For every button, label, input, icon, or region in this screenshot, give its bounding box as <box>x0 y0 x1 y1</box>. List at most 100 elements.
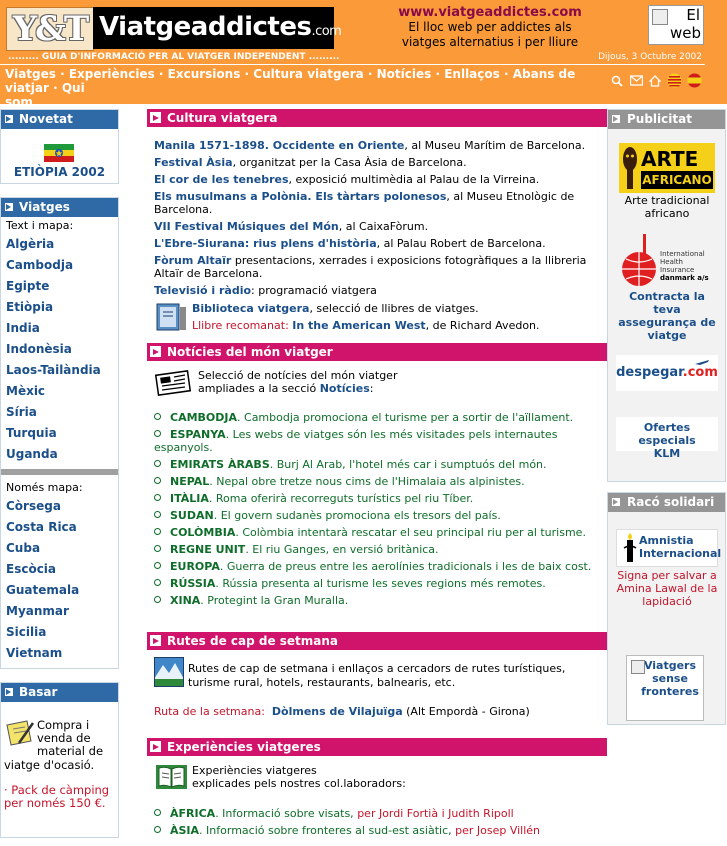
sidebar-item-myanmar[interactable]: Myanmar <box>1 601 118 622</box>
amnistia-text-1: Amnistia <box>639 534 694 547</box>
cultura-desc: , organitzat per la Casa Àsia de Barcelo… <box>232 156 467 169</box>
catalan-flag-icon[interactable] <box>667 73 682 88</box>
amnistia-banner: Amnistia Internacional <box>616 529 721 567</box>
noticies-intro-link[interactable]: Notícies <box>320 382 370 395</box>
news-country-link[interactable]: ESPANYA <box>170 428 226 441</box>
basar-offer[interactable]: · Pack de càmping per només 150 €. <box>4 784 116 810</box>
sidebar-item-laos-tailandia[interactable]: Laos-Tailàndia <box>1 360 118 381</box>
basar-text[interactable]: Compra i venda de material de <box>37 719 117 758</box>
sidebar-item-siria[interactable]: Síria <box>1 402 118 423</box>
cultura-link[interactable]: L'Ebre-Siurana: rius plens d'història <box>154 237 377 250</box>
news-text[interactable]: . El govern sudanès promociona els treso… <box>214 509 501 522</box>
sidebar-item-india[interactable]: India <box>1 318 118 339</box>
nav-experiencies[interactable]: Experiències <box>69 67 155 81</box>
bullet-icon <box>154 413 161 420</box>
biblioteca-link[interactable]: Biblioteca viatgera <box>192 302 309 315</box>
sidebar-item-escocia[interactable]: Escòcia <box>1 559 118 580</box>
nav-noticies[interactable]: Notícies <box>377 67 432 81</box>
ihi-ad[interactable]: International Health Insurance danmark a… <box>616 234 718 342</box>
nav-enllacos[interactable]: Enllaços <box>444 67 500 81</box>
sidebar-item-vietnam[interactable]: Vietnam <box>1 643 118 664</box>
sidebar-item-algeria[interactable]: Algèria <box>1 234 118 255</box>
sidebar-item-sicilia[interactable]: Sicilia <box>1 622 118 643</box>
news-text[interactable]: . Roma oferirà recorreguts turístics pel… <box>209 492 473 505</box>
news-text[interactable]: . Protegint la Gran Muralla. <box>200 594 348 607</box>
cultura-link[interactable]: Manila 1571-1898. Occidente en Oriente <box>154 139 404 152</box>
cultura-link[interactable]: Fòrum Altaïr <box>154 254 231 267</box>
experiencia-author[interactable]: per Josep Villén <box>455 824 540 837</box>
site-url[interactable]: www.viatgeaddictes.com <box>345 5 635 20</box>
sidebar-item-indonesia[interactable]: Indonèsia <box>1 339 118 360</box>
broken-image-el-web[interactable]: El web <box>648 5 704 45</box>
globe-icon <box>622 252 656 286</box>
sidebar-item-cambodja[interactable]: Cambodja <box>1 255 118 276</box>
sidebar-item-uganda[interactable]: Uganda <box>1 444 118 465</box>
spanish-flag-icon[interactable] <box>687 73 702 88</box>
news-text[interactable]: . Guerra de preus entre les aerolínies t… <box>220 560 592 573</box>
news-country-link[interactable]: EMIRATS ÀRABS <box>170 458 270 471</box>
cultura-link[interactable]: Festival Àsia <box>154 156 233 169</box>
nav-excursions[interactable]: Excursions <box>168 67 241 81</box>
sidebar-item-etiopia[interactable]: Etiòpia <box>1 297 118 318</box>
cultura-link[interactable]: VII Festival Músiques del Món <box>154 220 339 233</box>
news-country-link[interactable]: REGNE UNIT <box>170 543 245 556</box>
experiencia-link[interactable]: ÀFRICA <box>170 807 215 820</box>
news-country-link[interactable]: COLÒMBIA <box>170 526 235 539</box>
news-text[interactable]: . Cambodja promociona el turisme per a s… <box>237 411 573 424</box>
cultura-item: Fòrum Altaïr presentacions, xerrades i e… <box>154 254 604 280</box>
news-item: SUDAN. El govern sudanès promociona els … <box>154 509 604 522</box>
news-country-link[interactable]: XINA <box>170 594 200 607</box>
sidebar-item-egipte[interactable]: Egipte <box>1 276 118 297</box>
experiencies-title: Experiències viatgeres <box>167 740 321 754</box>
home-icon[interactable] <box>649 75 661 87</box>
nav-cultura-viatgera[interactable]: Cultura viatgera <box>253 67 363 81</box>
news-country-link[interactable]: NEPAL <box>170 475 209 488</box>
cultura-desc: , exposició multimèdia al Palau de la Vi… <box>288 173 540 186</box>
news-text[interactable]: . Colòmbia intentarà rescatar el seu pri… <box>235 526 586 539</box>
news-text[interactable]: . Rússia presenta al turisme les seves r… <box>215 577 545 590</box>
arte-text: ARTE <box>641 147 699 171</box>
search-icon[interactable] <box>611 75 623 87</box>
cultura-link[interactable]: El cor de les tenebres <box>154 173 289 186</box>
news-country-link[interactable]: RÚSSIA <box>170 577 215 590</box>
news-country-link[interactable]: CAMBODJA <box>170 411 237 424</box>
ruta-link[interactable]: Dòlmens de Vilajuïga <box>272 705 403 718</box>
novetat-link[interactable]: ETIÒPIA 2002 <box>1 165 118 179</box>
news-country-link[interactable]: ITÀLIA <box>170 492 209 505</box>
sidebar-item-guatemala[interactable]: Guatemala <box>1 580 118 601</box>
text-map-label: Text i mapa: <box>6 219 74 232</box>
nav-viatges[interactable]: Viatges <box>5 67 56 81</box>
klm-ad[interactable]: Ofertes especials KLM <box>616 417 718 460</box>
news-country-link[interactable]: SUDAN <box>170 509 214 522</box>
experiencia-link[interactable]: ÀSIA <box>170 824 199 837</box>
ihi-text-2: Health <box>660 258 683 266</box>
llibre-link[interactable]: In the American West <box>292 319 425 332</box>
cultura-link[interactable]: Televisió i ràdio <box>154 284 251 297</box>
arte-africano-ad[interactable]: ARTE AFRICANO Arte tradicional africano <box>616 143 718 220</box>
sidebar-item-costa-rica[interactable]: Costa Rica <box>1 517 118 538</box>
experiencia-author[interactable]: per Jordi Fortià i Judith Ripoll <box>357 807 514 820</box>
news-text[interactable]: . Burj Al Arab, l'hotel més car i sumptu… <box>270 458 547 471</box>
nav-qui-word: Qui <box>61 81 85 95</box>
sidebar-item-turquia[interactable]: Turquia <box>1 423 118 444</box>
logo-yt[interactable]: Y&T <box>6 7 94 51</box>
sidebar-item-mexic[interactable]: Mèxic <box>1 381 118 402</box>
cultura-link[interactable]: Els musulmans a Polònia. Els tàrtars pol… <box>154 190 446 203</box>
logo-viatgeaddictes[interactable]: Viatgeaddictes.com <box>93 7 342 49</box>
news-text[interactable]: . Nepal obre tretze nous cims de l'Himal… <box>209 475 524 488</box>
news-country-link[interactable]: EUROPA <box>170 560 220 573</box>
bullet-icon <box>154 511 161 518</box>
cultura-desc: , al Museu Marítim de Barcelona. <box>404 139 586 152</box>
sidebar-item-corsega[interactable]: Còrsega <box>1 496 118 517</box>
despegar-text: despegar <box>616 365 683 380</box>
amnistia-ad[interactable]: Amnistia Internacional Signa per salvar … <box>616 529 721 608</box>
mail-icon[interactable] <box>630 75 643 86</box>
sidebar-item-cuba[interactable]: Cuba <box>1 538 118 559</box>
despegar-ad[interactable]: despegar.com <box>616 355 718 391</box>
viatgers-sense-fronteres-ad[interactable]: Viatgers sense fronteres <box>626 655 704 721</box>
experiencia-item: ÀFRICA. Informació sobre visats, per Jor… <box>154 807 604 820</box>
news-text[interactable]: . El riu Ganges, en versió britànica. <box>245 543 438 556</box>
ethiopia-flag-icon[interactable] <box>44 144 74 162</box>
biblioteca-line: Biblioteca viatgera, selecció de llibres… <box>192 302 602 315</box>
news-item: XINA. Protegint la Gran Muralla. <box>154 594 604 607</box>
